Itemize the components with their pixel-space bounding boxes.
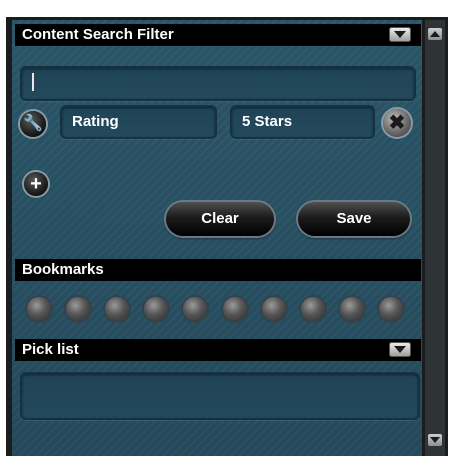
bookmark-slot-icon[interactable] <box>301 297 325 321</box>
scroll-up-icon[interactable] <box>428 28 442 40</box>
bookmark-slot-icon[interactable] <box>105 297 129 321</box>
chevron-down-icon[interactable] <box>389 342 411 357</box>
save-button[interactable]: Save <box>298 202 410 236</box>
criteria-value-select[interactable]: 5 Stars <box>230 105 375 139</box>
close-icon[interactable]: ✖ <box>383 109 411 137</box>
bookmark-slot-icon[interactable] <box>379 297 403 321</box>
criteria-field-label: Rating <box>72 113 119 130</box>
criteria-field-select[interactable]: Rating <box>60 105 217 139</box>
clear-button[interactable]: Clear <box>166 202 274 236</box>
pick-list-header: Pick list <box>15 339 421 361</box>
bookmark-slot-icon[interactable] <box>183 297 207 321</box>
bookmarks-header: Bookmarks <box>15 259 421 281</box>
bookmark-slot-icon[interactable] <box>144 297 168 321</box>
vertical-scrollbar[interactable] <box>425 20 445 456</box>
bookmark-slot-icon[interactable] <box>340 297 364 321</box>
text-cursor <box>32 73 34 91</box>
scroll-down-icon[interactable] <box>428 434 442 446</box>
bookmarks-title: Bookmarks <box>22 261 104 278</box>
bookmark-slot-icon[interactable] <box>223 297 247 321</box>
wrench-icon[interactable]: 🔧 <box>20 111 46 137</box>
bookmark-slot-icon[interactable] <box>66 297 90 321</box>
bookmark-slot-icon[interactable] <box>27 297 51 321</box>
pick-list-box[interactable] <box>20 372 420 420</box>
bookmark-slot-icon[interactable] <box>262 297 286 321</box>
chevron-down-icon[interactable] <box>389 27 411 42</box>
pick-list-title: Pick list <box>22 341 79 358</box>
bookmark-slots <box>27 297 417 325</box>
content-search-filter-header: Content Search Filter <box>15 24 421 46</box>
search-input[interactable] <box>20 66 416 101</box>
criteria-value-label: 5 Stars <box>242 113 293 130</box>
content-search-filter-title: Content Search Filter <box>22 26 174 43</box>
plus-icon[interactable]: + <box>24 172 48 196</box>
